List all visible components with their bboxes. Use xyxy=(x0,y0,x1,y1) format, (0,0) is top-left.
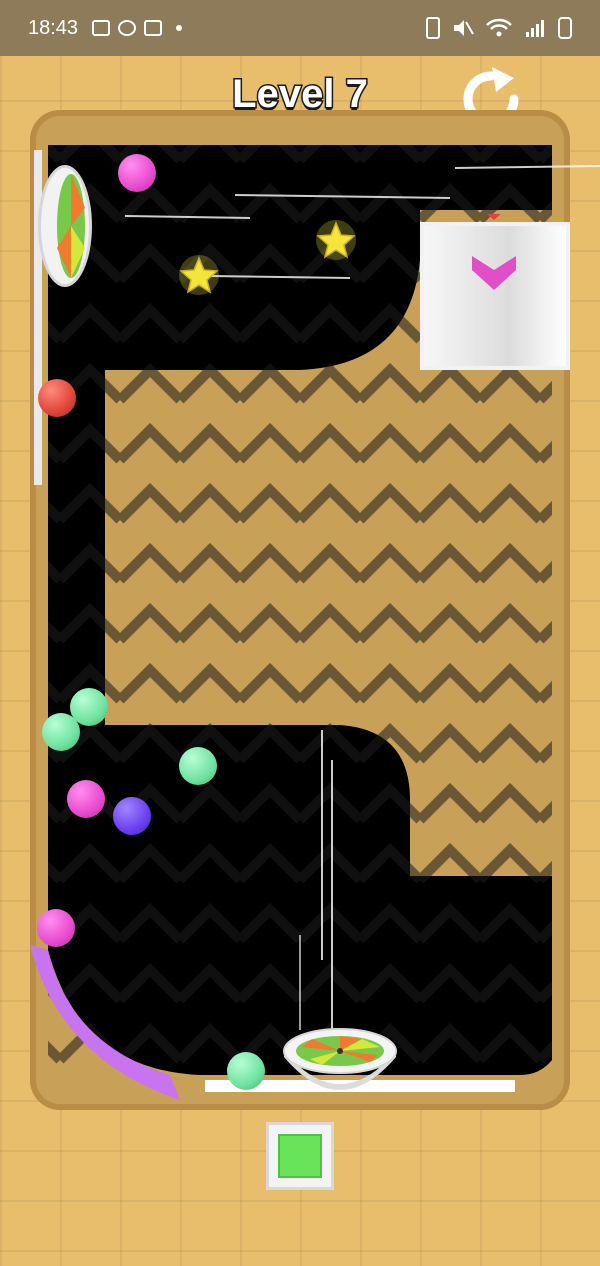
star-icon xyxy=(316,220,356,260)
goal-cup xyxy=(420,222,570,370)
small-arrow-icon xyxy=(487,214,501,220)
ball-green xyxy=(227,1052,265,1090)
ball-green xyxy=(42,713,80,751)
down-arrow-icon xyxy=(472,256,516,290)
ball-red xyxy=(38,379,76,417)
top-spinner xyxy=(38,165,92,287)
ball-magenta xyxy=(67,780,105,818)
spinner-wheel-icon xyxy=(57,174,85,278)
bottom-spinner xyxy=(283,1028,397,1090)
ball-green xyxy=(179,747,217,785)
ball-magenta xyxy=(37,909,75,947)
ball-purple xyxy=(113,797,151,835)
ball-magenta xyxy=(118,154,156,192)
square-button-icon xyxy=(278,1134,322,1178)
launch-button[interactable] xyxy=(266,1122,334,1190)
star-icon xyxy=(179,255,219,295)
